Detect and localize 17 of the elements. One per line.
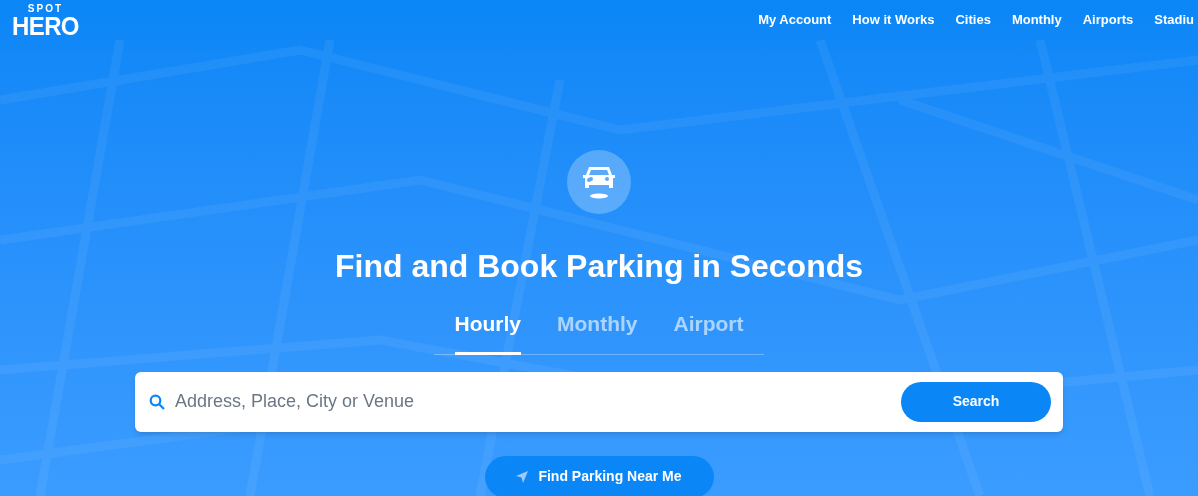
logo-text: SPOT xyxy=(27,4,64,14)
find-parking-near-me-button[interactable]: Find Parking Near Me xyxy=(484,455,714,496)
nav-link[interactable]: How it Works xyxy=(852,10,935,30)
hero-title: Find and Book Parking in Seconds xyxy=(334,247,864,286)
nav-link[interactable]: Airports xyxy=(1082,10,1134,30)
search-button[interactable]: Search xyxy=(901,381,1051,422)
logo-text: HERO xyxy=(12,12,79,40)
nav-link[interactable]: Stadiu xyxy=(1154,10,1194,30)
tab[interactable]: Monthly xyxy=(557,308,638,355)
nav-link[interactable]: Monthly xyxy=(1011,10,1062,30)
tab[interactable]: Hourly xyxy=(454,308,521,355)
nav-link[interactable]: My Account xyxy=(758,10,832,30)
location-arrow-icon xyxy=(516,470,529,483)
search-icon xyxy=(149,393,165,410)
tab[interactable]: Airport xyxy=(673,308,744,355)
nav-link[interactable]: Cities xyxy=(955,10,991,30)
search-field[interactable]: Address, Place, City or Venue Search xyxy=(135,371,1063,432)
